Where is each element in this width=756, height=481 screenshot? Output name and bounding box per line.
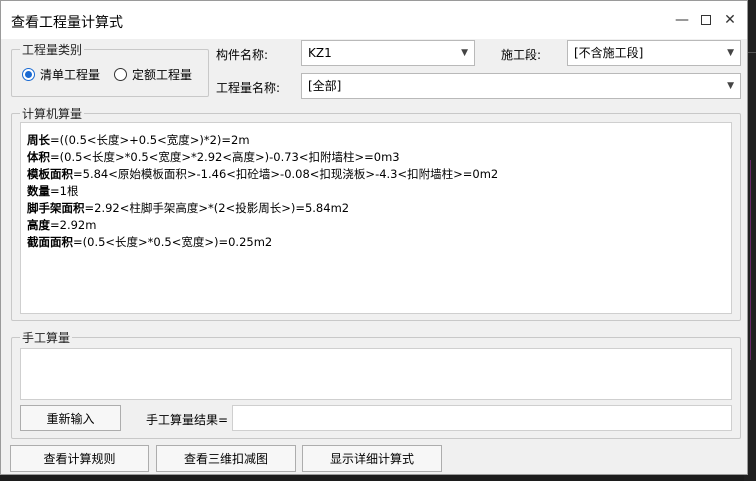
manual-result-field[interactable] xyxy=(232,405,732,431)
calc-line: 高度=2.92m xyxy=(27,218,97,232)
window-title: 查看工程量计算式 xyxy=(11,15,123,31)
view-3d-deduction-button[interactable]: 查看三维扣减图 xyxy=(156,445,296,472)
calc-line: 体积=(0.5<长度>*0.5<宽度>*2.92<高度>)-0.73<扣附墙柱>… xyxy=(27,150,400,164)
manual-result-label: 手工算量结果= xyxy=(146,413,229,427)
qty-type-group-label: 工程量类别 xyxy=(20,41,85,58)
computer-calc-group: 计算机算量 周长=((0.5<长度>+0.5<宽度>)*2)=2m 体积=(0.… xyxy=(11,105,741,321)
component-name-select[interactable]: KZ1 ▼ xyxy=(301,40,475,66)
chevron-down-icon: ▼ xyxy=(461,48,468,58)
manual-calc-group: 手工算量 重新输入 手工算量结果= xyxy=(11,329,741,439)
component-name-value: KZ1 xyxy=(308,46,332,60)
background-line xyxy=(750,160,751,360)
stage-select[interactable]: [不含施工段] ▼ xyxy=(567,40,741,66)
qty-name-select[interactable]: [全部] ▼ xyxy=(301,73,741,99)
qty-name-value: [全部] xyxy=(308,79,342,93)
calc-formula-dialog: 查看工程量计算式 — ✕ 工程量类别 清单工程量 定额工程量 构件名称: KZ1… xyxy=(0,0,748,475)
minimize-icon: — xyxy=(675,12,689,28)
chevron-down-icon: ▼ xyxy=(727,81,734,91)
radio-unselected-icon xyxy=(114,68,127,81)
radio-bill-qty[interactable]: 清单工程量 xyxy=(22,66,100,83)
qty-name-label: 工程量名称: xyxy=(216,81,281,95)
stage-value: [不含施工段] xyxy=(574,46,644,60)
radio-quota-qty[interactable]: 定额工程量 xyxy=(114,66,192,83)
close-icon: ✕ xyxy=(724,12,736,28)
calc-formula-text[interactable]: 周长=((0.5<长度>+0.5<宽度>)*2)=2m 体积=(0.5<长度>*… xyxy=(20,122,732,314)
calc-line: 数量=1根 xyxy=(27,184,79,198)
chevron-down-icon: ▼ xyxy=(727,48,734,58)
stage-label: 施工段: xyxy=(501,48,542,62)
maximize-icon xyxy=(701,15,711,25)
minimize-button[interactable]: — xyxy=(671,9,693,31)
radio-quota-qty-label: 定额工程量 xyxy=(132,68,193,82)
calc-line: 周长=((0.5<长度>+0.5<宽度>)*2)=2m xyxy=(27,133,250,147)
view-calc-rules-button[interactable]: 查看计算规则 xyxy=(10,445,149,472)
maximize-button[interactable] xyxy=(695,9,717,31)
calc-line: 脚手架面积=2.92<柱脚手架高度>*(2<投影周长>)=5.84m2 xyxy=(27,201,350,215)
calc-line: 截面面积=(0.5<长度>*0.5<宽度>)=0.25m2 xyxy=(27,235,273,249)
title-bar[interactable]: 查看工程量计算式 — ✕ xyxy=(1,1,747,39)
calc-line: 模板面积=5.84<原始模板面积>-1.46<扣砼墙>-0.08<扣现浇板>-4… xyxy=(27,167,499,181)
manual-calc-group-label: 手工算量 xyxy=(20,329,73,346)
qty-type-group: 工程量类别 清单工程量 定额工程量 xyxy=(11,41,209,97)
manual-formula-input[interactable] xyxy=(20,348,732,400)
computer-calc-group-label: 计算机算量 xyxy=(20,105,85,122)
reinput-button[interactable]: 重新输入 xyxy=(20,405,121,431)
radio-selected-icon xyxy=(22,68,35,81)
radio-bill-qty-label: 清单工程量 xyxy=(40,68,101,82)
show-detail-formula-button[interactable]: 显示详细计算式 xyxy=(302,445,442,472)
component-name-label: 构件名称: xyxy=(216,48,269,62)
close-button[interactable]: ✕ xyxy=(719,9,741,31)
